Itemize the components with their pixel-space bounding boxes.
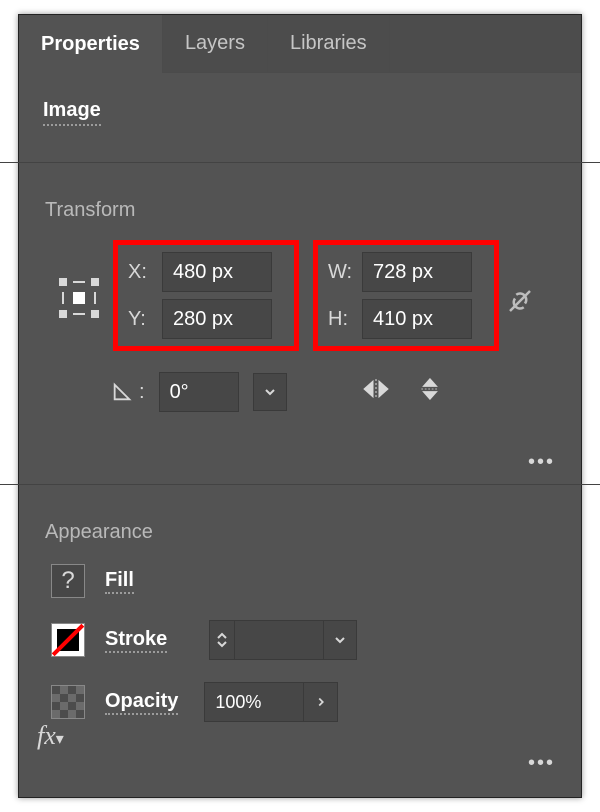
opacity-input[interactable]: 100% [204, 682, 304, 722]
stroke-label: Stroke [105, 628, 167, 653]
fx-button[interactable]: fx▾ [37, 721, 64, 751]
stroke-weight-input[interactable] [235, 620, 323, 660]
tab-libraries[interactable]: Libraries [268, 15, 390, 73]
y-label: Y: [128, 308, 162, 331]
link-aspect-icon[interactable] [505, 286, 535, 321]
h-label: H: [328, 308, 362, 331]
rotation-label: : [111, 381, 145, 404]
stroke-weight-dropdown[interactable] [323, 620, 357, 660]
stroke-weight-stepper[interactable] [209, 620, 235, 660]
fill-label: Fill [105, 569, 134, 594]
fill-swatch[interactable]: ? [51, 564, 85, 598]
xy-group-highlight: X: 480 px Y: 280 px [113, 240, 299, 351]
rotation-input[interactable]: 0° [159, 372, 239, 412]
w-input[interactable]: 728 px [362, 252, 472, 292]
opacity-swatch[interactable] [51, 685, 85, 719]
tab-layers[interactable]: Layers [163, 15, 268, 73]
object-type-label: Image [43, 99, 101, 126]
opacity-flyout-button[interactable] [304, 682, 338, 722]
transform-more-icon[interactable]: ••• [528, 451, 555, 474]
appearance-more-icon[interactable]: ••• [528, 752, 555, 775]
appearance-section-title: Appearance [45, 521, 559, 544]
transform-section: X: 480 px Y: 280 px W: 728 px H: 410 px [41, 242, 559, 472]
rotation-icon [111, 381, 133, 403]
flip-horizontal-icon[interactable] [361, 376, 391, 406]
h-input[interactable]: 410 px [362, 299, 472, 339]
w-label: W: [328, 261, 362, 284]
reference-point-selector[interactable] [57, 276, 101, 320]
panel-tabs: Properties Layers Libraries [19, 15, 581, 73]
wh-group-highlight: W: 728 px H: 410 px [313, 240, 499, 351]
x-label: X: [128, 261, 162, 284]
opacity-label: Opacity [105, 690, 178, 715]
transform-section-title: Transform [45, 199, 559, 222]
x-input[interactable]: 480 px [162, 252, 272, 292]
y-input[interactable]: 280 px [162, 299, 272, 339]
properties-panel: Properties Layers Libraries Image Transf… [18, 14, 582, 798]
flip-vertical-icon[interactable] [415, 376, 445, 406]
rotation-dropdown-button[interactable] [253, 373, 287, 411]
tab-properties[interactable]: Properties [19, 15, 163, 73]
stroke-swatch[interactable] [51, 623, 85, 657]
